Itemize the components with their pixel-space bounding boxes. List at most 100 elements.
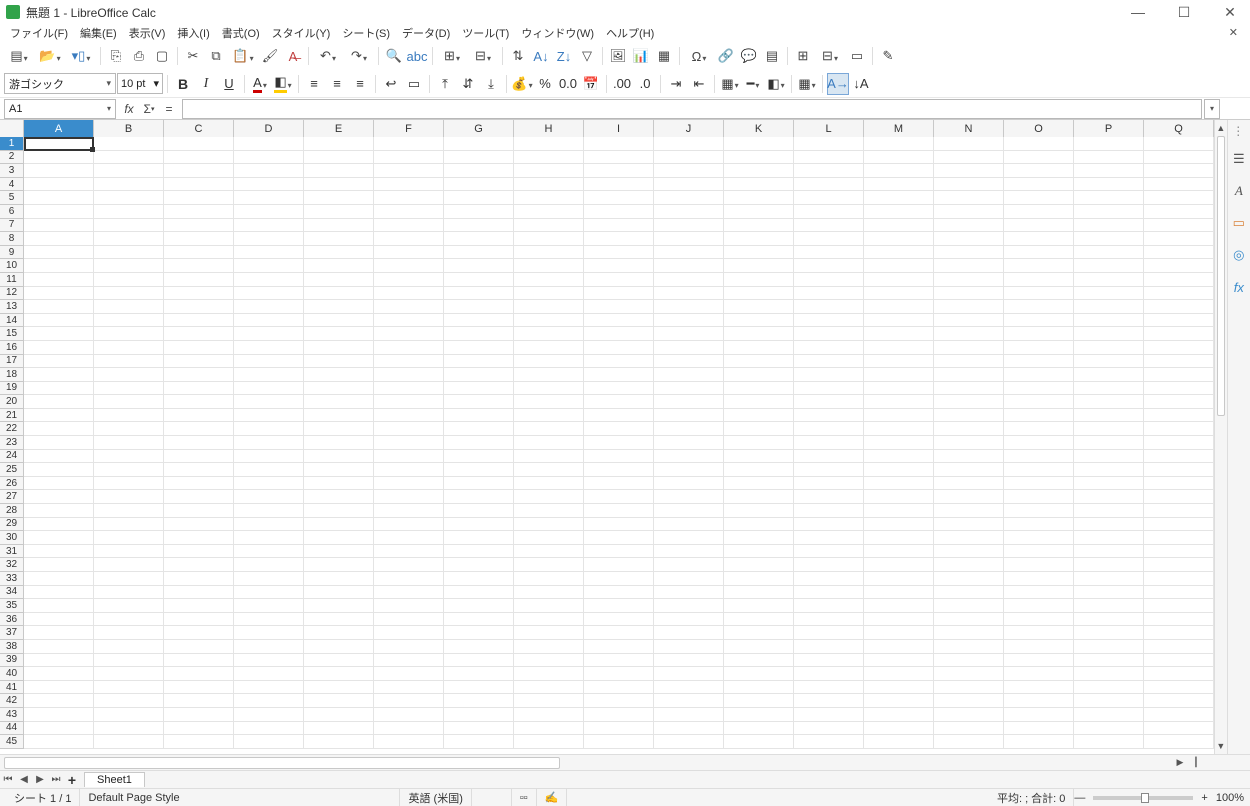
tab-next-button[interactable]: ▶ (32, 774, 48, 785)
row-header-5[interactable]: 5 (0, 191, 24, 205)
status-insert-mode[interactable] (472, 789, 512, 806)
row-header-42[interactable]: 42 (0, 694, 24, 708)
pivot-button[interactable]: ▦ (653, 45, 675, 67)
col-header-D[interactable]: D (234, 120, 304, 137)
status-summary[interactable]: 平均: ; 合計: 0 (989, 789, 1074, 806)
row-header-21[interactable]: 21 (0, 409, 24, 423)
define-range-button[interactable]: ⊞ (792, 45, 814, 67)
scroll-up-arrow[interactable]: ▲ (1215, 120, 1227, 136)
undo-button[interactable]: ↶ (313, 45, 343, 67)
styles-panel-button[interactable]: A (1228, 180, 1250, 202)
col-header-I[interactable]: I (584, 120, 654, 137)
paste-button[interactable]: 📋 (228, 45, 258, 67)
status-selection-mode[interactable]: ▫▫ (512, 789, 537, 806)
date-button[interactable]: 📅 (580, 73, 602, 95)
clear-formatting-button[interactable]: A̶ (282, 45, 304, 67)
row-header-23[interactable]: 23 (0, 436, 24, 450)
row-header-4[interactable]: 4 (0, 178, 24, 192)
row-header-14[interactable]: 14 (0, 314, 24, 328)
row-header-8[interactable]: 8 (0, 232, 24, 246)
col-header-A[interactable]: A (24, 120, 94, 137)
status-signature[interactable]: ✍ (537, 789, 568, 806)
indent-inc-button[interactable]: ⇥ (665, 73, 687, 95)
col-header-C[interactable]: C (164, 120, 234, 137)
menu-data[interactable]: データ(D) (396, 24, 456, 42)
status-language[interactable]: 英語 (米国) (400, 789, 471, 806)
rtl-button[interactable]: ↓A (850, 73, 872, 95)
formula-expand-button[interactable]: ▾ (1204, 99, 1220, 119)
sidebar-settings-icon[interactable]: ⋮ (1232, 124, 1245, 138)
row-header-3[interactable]: 3 (0, 164, 24, 178)
sheet-tab-1[interactable]: Sheet1 (84, 772, 145, 787)
add-sheet-button[interactable]: + (64, 772, 80, 788)
indent-dec-button[interactable]: ⇤ (688, 73, 710, 95)
font-color-button[interactable]: A (249, 73, 271, 95)
cell-grid[interactable] (24, 137, 1214, 749)
row-header-1[interactable]: 1 (0, 137, 24, 151)
row-header-28[interactable]: 28 (0, 504, 24, 518)
col-header-M[interactable]: M (864, 120, 934, 137)
col-header-J[interactable]: J (654, 120, 724, 137)
menu-styles[interactable]: スタイル(Y) (266, 24, 337, 42)
find-button[interactable]: 🔍 (383, 45, 405, 67)
equals-button[interactable]: = (160, 100, 178, 118)
save-button[interactable]: ▾▯ (66, 45, 96, 67)
gallery-panel-button[interactable]: ▭ (1228, 212, 1250, 234)
row-header-29[interactable]: 29 (0, 518, 24, 532)
functions-panel-button[interactable]: fx (1228, 276, 1250, 298)
select-all-corner[interactable] (0, 120, 24, 137)
row-header-45[interactable]: 45 (0, 735, 24, 749)
name-box[interactable]: A1▾ (4, 99, 116, 119)
scroll-down-arrow[interactable]: ▼ (1215, 738, 1227, 754)
row-header-33[interactable]: 33 (0, 572, 24, 586)
row-header-40[interactable]: 40 (0, 667, 24, 681)
menu-sheet[interactable]: シート(S) (336, 24, 396, 42)
new-button[interactable]: ▤ (4, 45, 34, 67)
zoom-out-button[interactable]: — (1074, 792, 1085, 804)
close-button[interactable]: ✕ (1216, 4, 1244, 21)
sort-desc-button[interactable]: Z↓ (553, 45, 575, 67)
menu-edit[interactable]: 編集(E) (74, 24, 123, 42)
currency-button[interactable]: 💰 (511, 73, 533, 95)
col-header-E[interactable]: E (304, 120, 374, 137)
border-style-button[interactable]: ━ (742, 73, 764, 95)
row-header-39[interactable]: 39 (0, 654, 24, 668)
header-footer-button[interactable]: ▤ (761, 45, 783, 67)
col-header-F[interactable]: F (374, 120, 444, 137)
col-header-L[interactable]: L (794, 120, 864, 137)
properties-panel-button[interactable]: ☰ (1228, 148, 1250, 170)
row-header-43[interactable]: 43 (0, 708, 24, 722)
row-header-19[interactable]: 19 (0, 382, 24, 396)
col-header-O[interactable]: O (1004, 120, 1074, 137)
special-char-button[interactable]: Ω (684, 45, 714, 67)
align-center-button[interactable]: ≡ (326, 73, 348, 95)
autofilter-button[interactable]: ▽ (576, 45, 598, 67)
row-header-30[interactable]: 30 (0, 531, 24, 545)
merge-center-button[interactable]: ▭ (403, 73, 425, 95)
col-header-K[interactable]: K (724, 120, 794, 137)
col-header-H[interactable]: H (514, 120, 584, 137)
row-header-20[interactable]: 20 (0, 395, 24, 409)
export-pdf-button[interactable]: ⎘ (105, 45, 127, 67)
row-header-36[interactable]: 36 (0, 613, 24, 627)
row-header-7[interactable]: 7 (0, 219, 24, 233)
print-button[interactable]: ⎙ (128, 45, 150, 67)
row-header-6[interactable]: 6 (0, 205, 24, 219)
ltr-button[interactable]: A→ (827, 73, 849, 95)
row-header-37[interactable]: 37 (0, 626, 24, 640)
row-header-41[interactable]: 41 (0, 681, 24, 695)
underline-button[interactable]: U (218, 73, 240, 95)
wrap-text-button[interactable]: ↩ (380, 73, 402, 95)
zoom-in-button[interactable]: + (1201, 792, 1207, 804)
maximize-button[interactable]: ☐ (1170, 4, 1198, 21)
vscroll-thumb[interactable] (1217, 136, 1225, 416)
cut-button[interactable]: ✂ (182, 45, 204, 67)
col-ops-button[interactable]: ⊟ (468, 45, 498, 67)
open-button[interactable]: 📂 (35, 45, 65, 67)
row-header-35[interactable]: 35 (0, 599, 24, 613)
border-color-button[interactable]: ◧ (765, 73, 787, 95)
hscroll-thumb[interactable] (4, 757, 560, 769)
col-header-B[interactable]: B (94, 120, 164, 137)
menu-help[interactable]: ヘルプ(H) (600, 24, 660, 42)
freeze-button[interactable]: ⊟ (815, 45, 845, 67)
